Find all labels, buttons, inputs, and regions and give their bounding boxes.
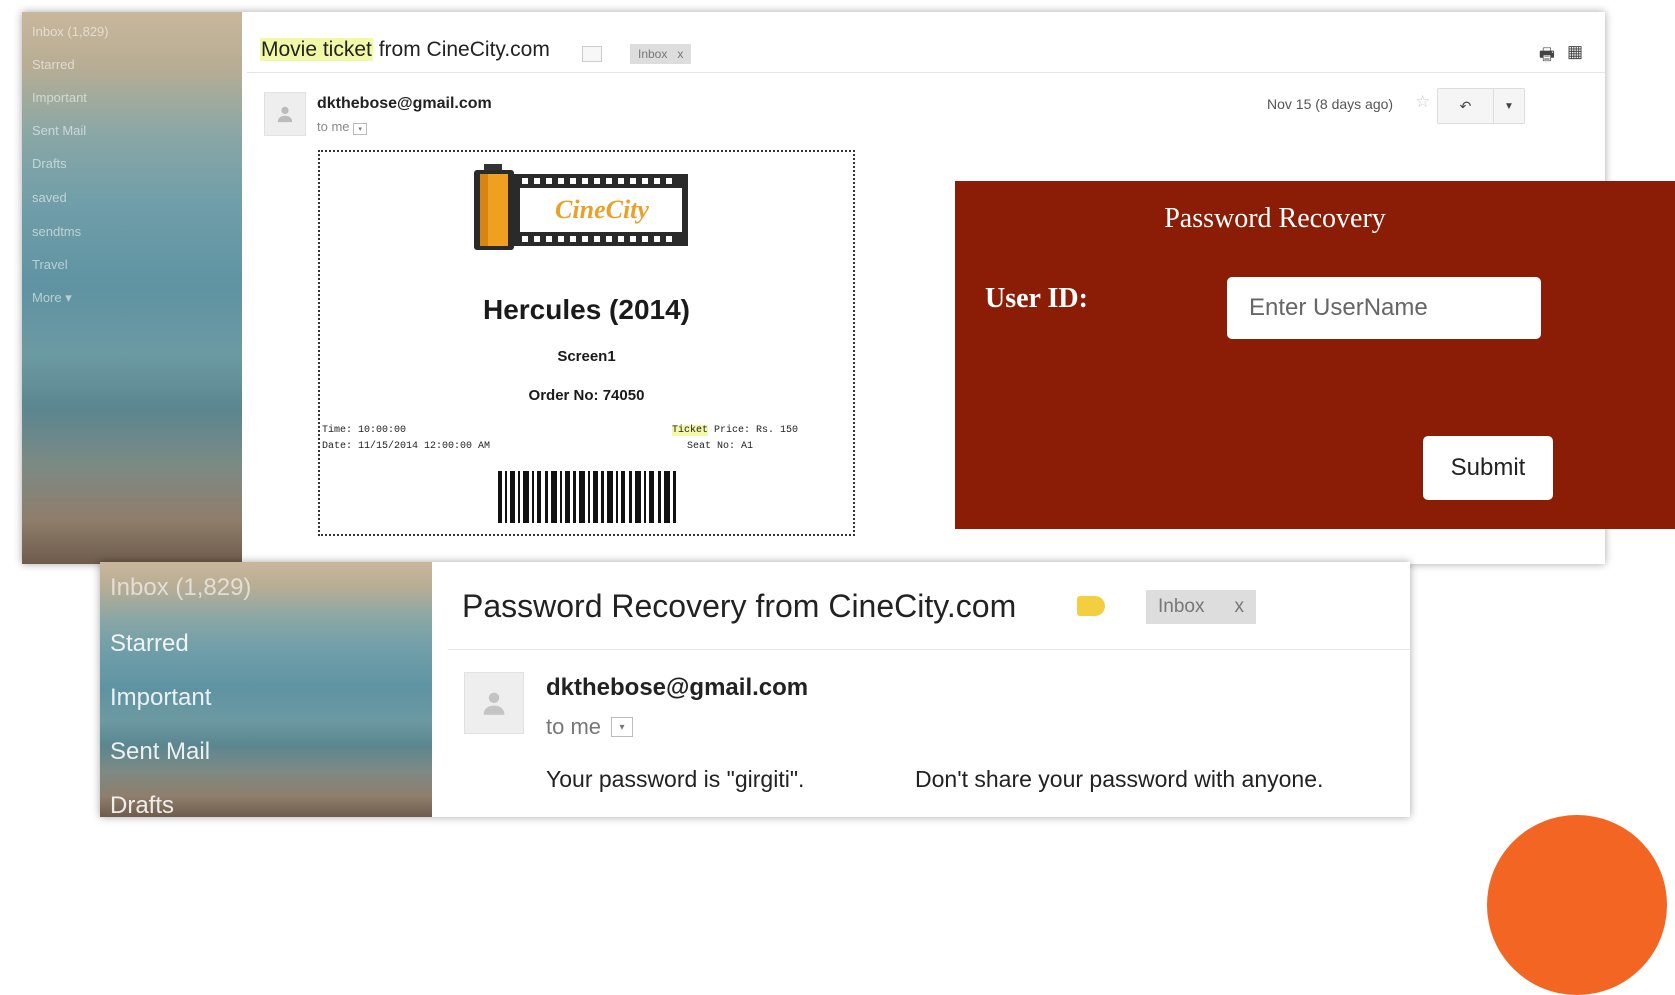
decorative-orange-circle: [1487, 815, 1667, 995]
order-number: Order No: 74050: [528, 387, 645, 404]
sidebar-item-starred[interactable]: Starred: [110, 630, 189, 658]
ticket-time: Time: 10:00:00: [322, 425, 407, 436]
remove-label-button[interactable]: x: [677, 47, 683, 61]
sidebar-item-sent-mail[interactable]: Sent Mail: [110, 738, 210, 766]
movie-ticket: CineCity Hercules (2014) Screen1 Order N…: [318, 150, 855, 536]
inbox-label-text: Inbox: [1158, 596, 1205, 617]
reply-icon[interactable]: ↶: [1438, 89, 1493, 123]
email-date: Nov 15 (8 days ago): [1267, 96, 1394, 112]
reply-button-group: ↶ ▼: [1437, 88, 1525, 124]
star-icon[interactable]: ☆: [1415, 92, 1430, 112]
password-recovery-form: Password Recovery User ID: Submit: [955, 181, 1675, 529]
bottom-sidebar: Inbox (1,829) Starred Important Sent Mai…: [100, 562, 432, 817]
remove-label-button[interactable]: x: [1234, 596, 1244, 618]
sidebar-item-important[interactable]: Important: [32, 90, 87, 105]
submit-button[interactable]: Submit: [1423, 436, 1553, 500]
new-window-icon[interactable]: ▦: [1567, 42, 1583, 71]
seat-number: Seat No: A1: [687, 441, 754, 452]
recipient-to-me[interactable]: to me ▾: [317, 119, 368, 135]
print-icon[interactable]: 🖶: [1539, 42, 1555, 71]
sidebar-item-inbox[interactable]: Inbox (1,829): [32, 24, 109, 39]
to-me-text: to me: [546, 714, 602, 739]
sidebar-item-important[interactable]: Important: [110, 684, 211, 712]
sidebar-item-saved[interactable]: saved: [32, 190, 67, 205]
header-divider: [448, 649, 1410, 650]
header-divider: [247, 72, 1605, 73]
barcode: [498, 471, 676, 523]
email-subject: Password Recovery from CineCity.com: [462, 588, 1017, 624]
label-tag-icon[interactable]: [1077, 596, 1105, 616]
top-toolbar-icons: 🖶 ▦: [1539, 42, 1583, 71]
sidebar-item-sendtms[interactable]: sendtms: [32, 224, 81, 239]
subject-rest: from CineCity.com: [372, 38, 550, 61]
logo-wordmark: CineCity: [555, 195, 649, 224]
more-options-chevron-icon[interactable]: ▼: [1493, 89, 1524, 123]
sender-email[interactable]: dkthebose@gmail.com: [317, 95, 492, 113]
chevron-down-icon[interactable]: ▾: [611, 717, 634, 737]
chevron-down-icon[interactable]: ▾: [353, 123, 368, 135]
sender-email[interactable]: dkthebose@gmail.com: [546, 674, 808, 702]
label-tag-icon[interactable]: [582, 46, 602, 62]
email-subject: Movie ticket from CineCity.com: [260, 38, 550, 62]
sidebar-item-more[interactable]: More ▾: [32, 290, 72, 306]
sender-avatar: [464, 672, 524, 734]
email-body-password: Your password is "girgiti".: [546, 766, 805, 792]
ticket-price-value: Price: Rs. 150: [708, 425, 799, 436]
top-sidebar: Inbox (1,829) Starred Important Sent Mai…: [22, 12, 242, 564]
email-body-warning: Don't share your password with anyone.: [915, 766, 1324, 792]
inbox-label-text: Inbox: [638, 47, 668, 61]
recipient-to-me[interactable]: to me ▾: [546, 714, 634, 740]
screen-name: Screen1: [557, 348, 616, 365]
form-title: Password Recovery: [1164, 203, 1386, 234]
sender-avatar: [264, 92, 306, 136]
movie-title: Hercules (2014): [482, 294, 690, 325]
cinecity-logo: CineCity: [474, 164, 688, 250]
inbox-label-chip: Inbox x: [630, 44, 692, 64]
sidebar-item-travel[interactable]: Travel: [32, 257, 68, 272]
sidebar-item-sent-mail[interactable]: Sent Mail: [32, 123, 86, 138]
person-icon: [483, 692, 505, 715]
to-me-text: to me: [317, 119, 350, 134]
username-input[interactable]: [1227, 277, 1541, 339]
sidebar-item-inbox[interactable]: Inbox (1,829): [110, 574, 251, 602]
user-id-label: User ID:: [985, 283, 1088, 314]
ticket-price-highlight: Ticket: [672, 425, 709, 436]
sidebar-item-starred[interactable]: Starred: [32, 57, 75, 72]
sidebar-item-drafts[interactable]: Drafts: [32, 156, 67, 171]
ticket-price: Ticket Price: Rs. 150: [672, 425, 798, 436]
ticket-date: Date: 11/15/2014 12:00:00 AM: [322, 441, 491, 452]
sidebar-item-drafts[interactable]: Drafts: [110, 792, 174, 817]
inbox-label-chip: Inbox x: [1146, 590, 1256, 624]
subject-highlight: Movie ticket: [260, 38, 373, 61]
person-icon: [277, 106, 293, 123]
password-recovery-email-window: Inbox (1,829) Starred Important Sent Mai…: [100, 562, 1410, 817]
